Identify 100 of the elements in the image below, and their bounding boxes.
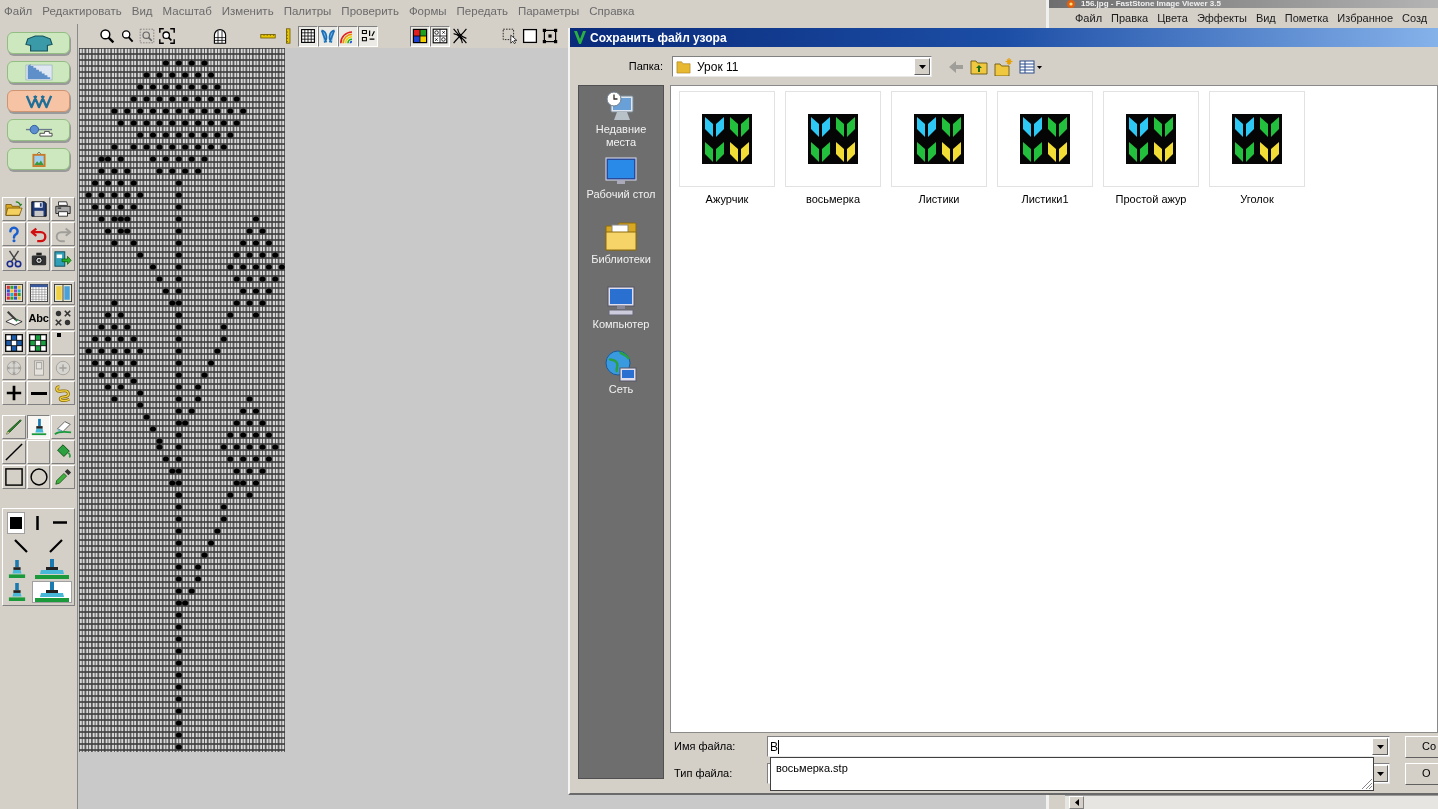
new-folder-icon (994, 57, 1013, 76)
thumbnail-frame[interactable] (891, 91, 987, 187)
mode-button[interactable] (7, 32, 70, 54)
scroll-left-button[interactable] (1069, 796, 1084, 809)
paint-bucket-icon (54, 443, 73, 461)
file-name[interactable]: Ажурчик (705, 191, 749, 208)
menu-item[interactable]: Пометка (1284, 9, 1329, 27)
cancel-button[interactable]: О (1405, 762, 1438, 785)
menu-item[interactable]: Файл (1075, 9, 1103, 27)
lasso-icon (54, 384, 73, 402)
move-arrows-icon (4, 359, 23, 377)
computer-icon (605, 285, 637, 317)
thumbnail-frame[interactable] (1103, 91, 1199, 187)
place-label[interactable]: Рабочий стол (583, 188, 659, 201)
counter-icon (360, 28, 376, 44)
file-name[interactable]: Простой ажур (1115, 191, 1187, 208)
folder-label: Папка: (627, 59, 663, 75)
plus-icon (4, 384, 23, 402)
place-label[interactable]: Сеть (583, 383, 659, 396)
menu-item[interactable]: Изменить (221, 3, 274, 21)
toolbar-button[interactable] (298, 25, 318, 47)
mode-button[interactable] (7, 61, 70, 83)
caret-icon (918, 64, 926, 69)
thumbnail-frame[interactable] (785, 91, 881, 187)
folder-combo[interactable]: Урок 11 (672, 56, 932, 77)
file-name-field[interactable]: В (767, 736, 1390, 757)
staircase-chart-icon (24, 63, 53, 81)
menu-item[interactable]: Файл (4, 3, 33, 21)
place-label[interactable]: Недавние места (583, 123, 659, 149)
stitch-symbols-icon (54, 309, 73, 327)
menu-item[interactable]: Палитры (283, 3, 332, 21)
ellipse-icon (29, 468, 48, 486)
crossed-lines-icon (452, 28, 468, 44)
menu-item[interactable]: Формы (408, 3, 447, 21)
file-name[interactable]: Листики1 (1021, 191, 1069, 208)
dropdown-button[interactable] (1372, 738, 1388, 755)
file-name[interactable]: Листики (918, 191, 960, 208)
line-icon (4, 443, 23, 461)
menu-item[interactable]: Вид (1255, 9, 1276, 27)
file-name[interactable]: восьмерка (805, 191, 860, 208)
selection-icon (502, 28, 518, 44)
tool-button[interactable] (32, 580, 73, 603)
folder-icon (605, 220, 637, 252)
tool-button[interactable] (26, 415, 51, 439)
field-label: Тип файла: (673, 766, 734, 782)
text-tool-button[interactable]: Abc (26, 306, 51, 330)
thumbnail-frame[interactable] (997, 91, 1093, 187)
rectangle-icon (4, 468, 23, 486)
menu-item[interactable]: Правка (1111, 9, 1149, 27)
mode-button[interactable] (7, 119, 70, 141)
toolbar-button[interactable] (157, 25, 177, 47)
redo-icon (54, 225, 73, 243)
toolbar-button[interactable] (430, 25, 450, 47)
menu-item[interactable]: Созд (1402, 9, 1428, 27)
app-icon (1067, 0, 1075, 8)
menu-item[interactable]: Эффекты (1196, 9, 1247, 27)
toolbar-button[interactable] (358, 25, 378, 47)
menu-item[interactable]: Избранное (1337, 9, 1394, 27)
caret-icon (1376, 744, 1384, 749)
place-label[interactable]: Библиотеки (583, 253, 659, 266)
knit-stitch-icon (24, 92, 53, 110)
grid-window-icon (29, 284, 48, 302)
window-title: 156.jpg - FastStone Image Viewer 3.5 (1081, 0, 1221, 8)
place-label[interactable]: Компьютер (583, 318, 659, 331)
camera-icon (29, 250, 48, 268)
menu-item[interactable]: Передать (456, 3, 508, 21)
scrollbar[interactable] (1065, 795, 1438, 809)
menu-item[interactable]: Справка (589, 3, 635, 21)
up-folder-icon (970, 58, 988, 75)
mode-button[interactable] (7, 90, 70, 112)
frame-handles-icon (542, 28, 558, 44)
toolbar-button[interactable] (410, 25, 430, 47)
eraser-icon (54, 418, 73, 436)
globe-icon (605, 350, 637, 382)
menu-item[interactable]: Вид (131, 3, 153, 21)
menu-item[interactable]: Проверить (341, 3, 399, 21)
dropdown-button[interactable] (914, 58, 930, 75)
save-button[interactable]: Со (1405, 735, 1438, 758)
arched-grid-icon (212, 28, 228, 44)
resize-grip-icon (1362, 779, 1372, 789)
menu-item[interactable]: Цвета (1157, 9, 1188, 27)
square-icon (522, 28, 538, 44)
folder-open-icon (4, 200, 23, 218)
folder-icon (676, 59, 691, 74)
pen-on-paper-icon (4, 309, 23, 327)
folder-name: Урок 11 (697, 58, 739, 76)
mode-button[interactable] (7, 148, 70, 170)
menu-item[interactable]: Масштаб (162, 3, 212, 21)
eyedropper-icon (54, 468, 73, 486)
grid-icon (300, 28, 316, 44)
menu-item[interactable]: Параметры (517, 3, 580, 21)
menu-item[interactable]: Редактировать (42, 3, 122, 21)
tool-button[interactable] (7, 511, 25, 534)
thumbnail-frame[interactable] (679, 91, 775, 187)
autocomplete-item[interactable]: восьмерка.stp (771, 758, 1373, 777)
file-name[interactable]: Уголок (1240, 191, 1274, 208)
text-cursor-icon (778, 739, 779, 754)
color-chart-icon (4, 284, 23, 302)
thumbnail-frame[interactable] (1209, 91, 1305, 187)
app-icon (574, 30, 586, 45)
